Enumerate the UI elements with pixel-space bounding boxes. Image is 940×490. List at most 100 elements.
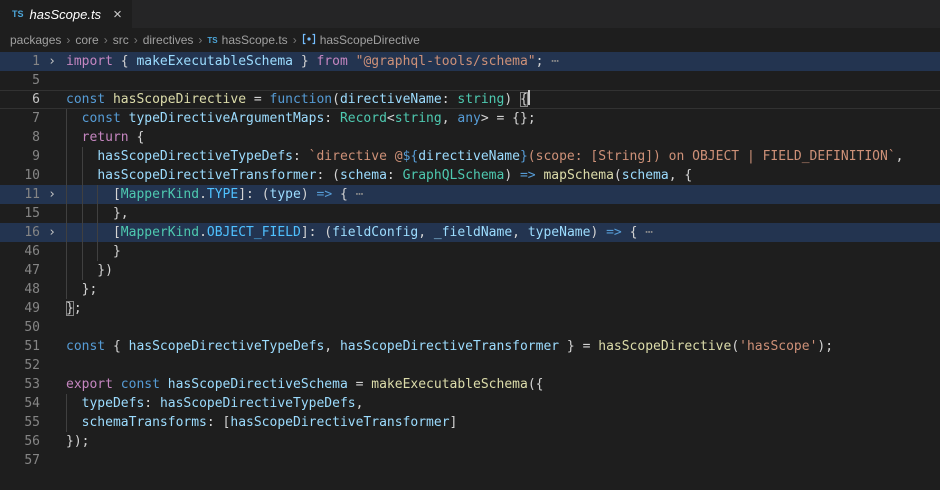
indent-guide — [66, 242, 67, 261]
token-pun: , — [418, 225, 434, 240]
line-number: 48 — [0, 280, 40, 299]
breadcrumb-item-directives[interactable]: directives — [143, 33, 194, 47]
breadcrumb-item-core[interactable]: core — [75, 33, 98, 47]
token-fn: mapSchema — [543, 168, 613, 183]
fold-gutter — [40, 71, 64, 90]
token-var: fieldConfig — [332, 225, 418, 240]
token-var: hasScopeDirectiveTypeDefs — [129, 339, 325, 354]
token-pun — [113, 377, 121, 392]
token-pun: , — [356, 396, 364, 411]
token-pun: ) — [590, 225, 606, 240]
token-kw: const — [66, 339, 105, 354]
code-line-56[interactable]: 56}); — [0, 432, 940, 451]
token-pun: ( — [332, 92, 340, 107]
token-pun: < — [387, 111, 395, 126]
code-line-10[interactable]: 10 hasScopeDirectiveTransformer: (schema… — [0, 166, 940, 185]
code-line-51[interactable]: 51const { hasScopeDirectiveTypeDefs, has… — [0, 337, 940, 356]
line-number: 6 — [0, 90, 40, 109]
line-number: 49 — [0, 299, 40, 318]
token-var: schemaTransforms — [82, 415, 207, 430]
code-line-50[interactable]: 50 — [0, 318, 940, 337]
token-pun: , — [442, 111, 458, 126]
tab-hasscope-ts[interactable]: TS hasScope.ts × — [0, 0, 132, 28]
code-line-5[interactable]: 5 — [0, 71, 940, 90]
token-pun — [348, 54, 356, 69]
code-line-9[interactable]: 9 hasScopeDirectiveTypeDefs: `directive … — [0, 147, 940, 166]
fold-gutter — [40, 413, 64, 432]
token-pun: { — [129, 130, 145, 145]
token-ctrl: export — [66, 377, 113, 392]
code-line-47[interactable]: 47 }) — [0, 261, 940, 280]
breadcrumb-item-hasscope-ts[interactable]: TShasScope.ts — [207, 33, 287, 47]
code-text: }; — [64, 299, 940, 318]
token-var: type — [270, 187, 301, 202]
breadcrumb-label: core — [75, 33, 98, 47]
fold-chevron-icon[interactable]: › — [40, 185, 64, 204]
code-line-53[interactable]: 53export const hasScopeDirectiveSchema =… — [0, 375, 940, 394]
indent-guide — [66, 204, 67, 223]
breadcrumb-item-src[interactable]: src — [113, 33, 129, 47]
code-editor[interactable]: 1›import { makeExecutableSchema } from "… — [0, 52, 940, 490]
indent-guide — [66, 109, 67, 128]
token-pun: . — [199, 225, 207, 240]
fold-chevron-icon[interactable]: › — [40, 52, 64, 71]
code-line-16[interactable]: 16› [MapperKind.OBJECT_FIELD]: (fieldCon… — [0, 223, 940, 242]
token-kw: ${ — [403, 149, 419, 164]
fold-chevron-icon[interactable]: › — [40, 223, 64, 242]
breadcrumb-item-hasscopedirective[interactable]: hasScopeDirective — [302, 33, 420, 48]
code-line-57[interactable]: 57 — [0, 451, 940, 470]
line-number: 11 — [0, 185, 40, 204]
code-line-54[interactable]: 54 typeDefs: hasScopeDirectiveTypeDefs, — [0, 394, 940, 413]
token-pun — [66, 415, 82, 430]
token-pun: . — [199, 187, 207, 202]
token-pun: [ — [66, 187, 121, 202]
text-cursor — [528, 90, 530, 105]
token-pun — [66, 111, 82, 126]
code-line-8[interactable]: 8 return { — [0, 128, 940, 147]
code-text: [MapperKind.TYPE]: (type) => { ⋯ — [64, 185, 940, 204]
folded-code-marker[interactable]: ⋯ — [637, 225, 653, 240]
code-line-49[interactable]: 49}; — [0, 299, 940, 318]
folded-code-marker[interactable]: ⋯ — [543, 54, 559, 69]
close-icon[interactable]: × — [113, 7, 122, 22]
token-var: typeDefs — [82, 396, 145, 411]
indent-guide — [82, 185, 83, 204]
token-ctrl: from — [316, 54, 347, 69]
token-kw: => — [317, 187, 333, 202]
folded-code-marker[interactable]: ⋯ — [348, 187, 364, 202]
symbol-variable-icon — [302, 33, 316, 48]
breadcrumb-separator-icon: › — [104, 33, 108, 47]
code-line-55[interactable]: 55 schemaTransforms: [hasScopeDirectiveT… — [0, 413, 940, 432]
token-pun: : — [293, 149, 309, 164]
fold-gutter — [40, 375, 64, 394]
token-var: hasScopeDirectiveTransformer — [340, 339, 559, 354]
code-text: hasScopeDirectiveTypeDefs: `directive @$… — [64, 147, 940, 166]
token-pun: }; — [66, 282, 97, 297]
token-var: typeDirectiveArgumentMaps — [129, 111, 325, 126]
indent-guide — [66, 166, 67, 185]
token-var: typeName — [528, 225, 591, 240]
code-line-52[interactable]: 52 — [0, 356, 940, 375]
token-pun: ( — [731, 339, 739, 354]
breadcrumb-item-packages[interactable]: packages — [10, 33, 61, 47]
code-text: }; — [64, 280, 940, 299]
bracket-match: { — [520, 92, 528, 107]
token-pun: , { — [669, 168, 692, 183]
fold-gutter — [40, 318, 64, 337]
code-line-1[interactable]: 1›import { makeExecutableSchema } from "… — [0, 52, 940, 71]
indent-guide — [66, 394, 67, 413]
token-pun: ] — [450, 415, 458, 430]
code-text: return { — [64, 128, 940, 147]
code-line-48[interactable]: 48 }; — [0, 280, 940, 299]
code-line-6[interactable]: 6const hasScopeDirective = function(dire… — [0, 90, 940, 109]
code-line-46[interactable]: 46 } — [0, 242, 940, 261]
code-text — [64, 356, 940, 375]
token-var: hasScopeDirectiveTypeDefs — [160, 396, 356, 411]
indent-guide — [82, 166, 83, 185]
code-line-11[interactable]: 11› [MapperKind.TYPE]: (type) => { ⋯ — [0, 185, 940, 204]
token-pun: { — [332, 187, 348, 202]
token-type: string — [395, 111, 442, 126]
code-line-15[interactable]: 15 }, — [0, 204, 940, 223]
code-text: const typeDirectiveArgumentMaps: Record<… — [64, 109, 940, 128]
code-line-7[interactable]: 7 const typeDirectiveArgumentMaps: Recor… — [0, 109, 940, 128]
